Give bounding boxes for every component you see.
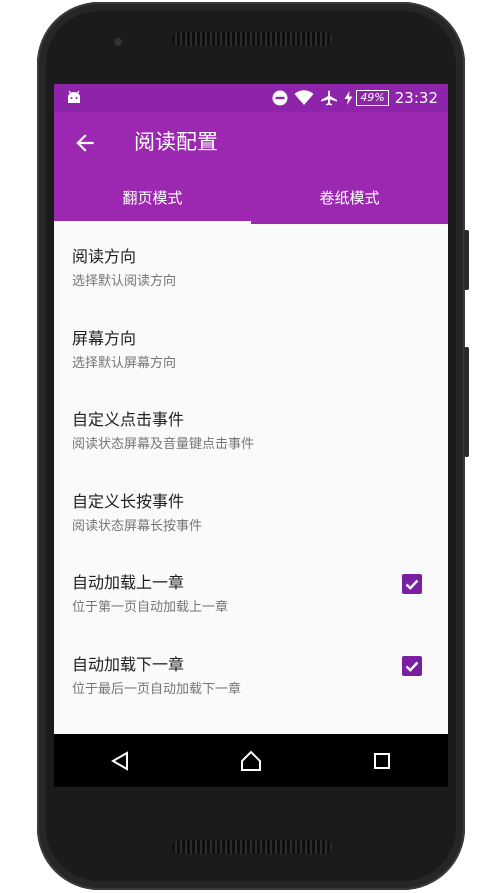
checkmark-icon <box>405 661 419 672</box>
home-icon <box>240 750 261 771</box>
do-not-disturb-icon <box>272 90 288 106</box>
setting-title: 自定义长按事件 <box>72 491 185 511</box>
setting-custom-click[interactable]: 自定义点击事件 阅读状态屏幕及音量键点击事件 <box>54 387 448 469</box>
arrow-back-icon[interactable] <box>72 130 98 156</box>
android-debug-icon <box>68 90 80 103</box>
top-speaker <box>172 32 332 46</box>
setting-screen-orientation[interactable]: 屏幕方向 选择默认屏幕方向 <box>54 306 448 388</box>
nav-recents-button[interactable] <box>362 741 402 781</box>
tab-label: 翻页模式 <box>122 189 183 207</box>
status-bar: 49% 23:32 <box>54 84 448 112</box>
navigation-bar <box>54 734 448 787</box>
back-triangle-icon <box>110 750 128 771</box>
setting-title: 屏幕方向 <box>72 328 137 348</box>
power-button <box>464 230 469 290</box>
setting-title: 自动加载上一章 <box>72 573 185 592</box>
settings-list: 阅读方向 选择默认阅读方向 屏幕方向 选择默认屏幕方向 自定义点击事件 阅读状态… <box>54 224 448 713</box>
app-bar: 阅读配置 翻页模式 卷纸模式 <box>54 112 448 224</box>
setting-subtitle: 选择默认屏幕方向 <box>72 355 177 371</box>
tab-bar: 翻页模式 卷纸模式 <box>54 172 448 224</box>
volume-button <box>464 347 469 457</box>
bottom-speaker <box>172 840 332 854</box>
setting-auto-load-prev[interactable]: 自动加载上一章 位于第一页自动加载上一章 <box>54 550 448 632</box>
nav-back-button[interactable] <box>100 741 140 781</box>
setting-subtitle: 位于最后一页自动加载下一章 <box>72 681 242 697</box>
auto-load-next-checkbox[interactable] <box>402 655 422 676</box>
wifi-icon <box>294 90 314 105</box>
tab-label: 卷纸模式 <box>319 189 380 207</box>
setting-title: 自定义点击事件 <box>72 410 185 429</box>
nav-home-button[interactable] <box>231 741 271 781</box>
battery-level: 49% <box>356 90 389 106</box>
airplane-icon <box>321 90 338 106</box>
page-title: 阅读配置 <box>134 130 218 154</box>
setting-title: 阅读方向 <box>72 247 137 266</box>
auto-load-prev-checkbox[interactable] <box>402 574 422 594</box>
tab-page-mode[interactable]: 翻页模式 <box>54 172 251 224</box>
recents-icon <box>374 752 391 769</box>
setting-subtitle: 位于第一页自动加载上一章 <box>72 600 229 615</box>
setting-custom-long-press[interactable]: 自定义长按事件 阅读状态屏幕长按事件 <box>54 469 448 551</box>
setting-auto-load-next[interactable]: 自动加载下一章 位于最后一页自动加载下一章 <box>54 632 448 714</box>
setting-subtitle: 阅读状态屏幕及音量键点击事件 <box>72 437 255 452</box>
setting-subtitle: 阅读状态屏幕长按事件 <box>72 518 203 534</box>
charging-icon <box>344 91 353 105</box>
setting-title: 自动加载下一章 <box>72 654 185 674</box>
clock: 23:32 <box>394 89 438 107</box>
setting-subtitle: 选择默认阅读方向 <box>72 274 177 289</box>
checkmark-icon <box>405 579 419 590</box>
screen: 49% 23:32 阅读配置 翻页模式 卷纸模式 阅读方向 选择默认阅读方向 屏… <box>54 84 448 787</box>
front-camera <box>114 38 122 46</box>
setting-reading-direction[interactable]: 阅读方向 选择默认阅读方向 <box>54 224 448 306</box>
tab-scroll-mode[interactable]: 卷纸模式 <box>251 172 448 224</box>
